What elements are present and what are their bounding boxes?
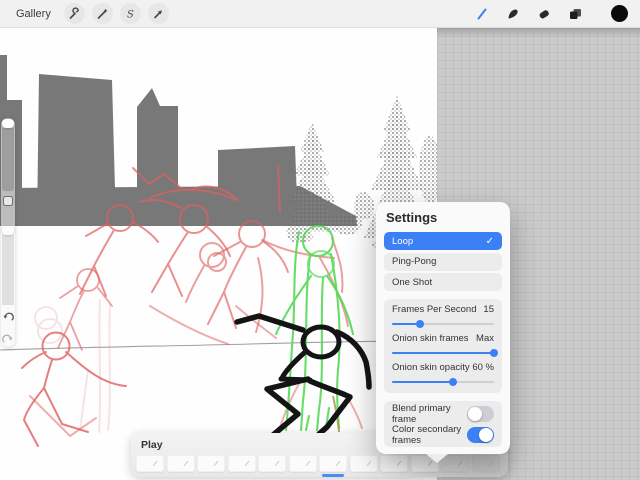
blend-primary-label: Blend primary frame	[392, 403, 467, 425]
brush-icon	[474, 6, 490, 22]
ground-line	[0, 341, 437, 350]
checkmark-icon: ✓	[486, 236, 494, 247]
drawing-canvas[interactable]	[0, 0, 437, 480]
transform-arrow-icon	[151, 7, 165, 21]
color-secondary-label: Color secondary frames	[392, 424, 467, 446]
frame-thumbnail-9[interactable]	[380, 455, 408, 472]
brush-opacity-track[interactable]	[2, 235, 14, 305]
brush-opacity-slider[interactable]	[2, 226, 14, 235]
mode-label: Ping-Pong	[392, 256, 436, 267]
undo-icon[interactable]	[2, 312, 14, 324]
frame-thumbnail-3[interactable]	[197, 455, 225, 472]
procreate-window: Gallery S	[0, 0, 640, 480]
onion-opacity-label: Onion skin opacity	[392, 362, 470, 373]
mode-option-loop[interactable]: Loop ✓	[384, 232, 502, 250]
brush-button[interactable]	[473, 5, 491, 23]
frame-thumbnail-6[interactable]	[289, 455, 317, 472]
onion-frames-label: Onion skin frames	[392, 333, 469, 344]
eraser-button[interactable]	[535, 5, 553, 23]
brush-sidebar	[1, 118, 15, 347]
mode-label: Loop	[392, 236, 413, 247]
frame-thumbnail-7[interactable]	[319, 455, 347, 472]
frame-thumbnail-4[interactable]	[228, 455, 256, 472]
popover-title: Settings	[386, 210, 502, 225]
frame-thumbnail-11[interactable]	[441, 455, 469, 472]
frame-thumbnail-12[interactable]	[472, 455, 500, 472]
eraser-icon	[536, 6, 552, 22]
adjustments-button[interactable]	[92, 3, 113, 24]
svg-text:S: S	[127, 9, 134, 20]
toggles-card: Blend primary frame Color secondary fram…	[384, 401, 502, 447]
onion-opacity-slider[interactable]	[392, 378, 494, 386]
top-toolbar: Gallery S	[0, 0, 640, 28]
layers-button[interactable]	[566, 5, 584, 23]
color-secondary-toggle[interactable]	[467, 427, 494, 443]
toolbar-shadow	[437, 28, 640, 38]
actions-button[interactable]	[64, 3, 85, 24]
smudge-icon	[505, 6, 521, 22]
onion-frames-value: Max	[476, 333, 494, 344]
animation-settings-popover: Settings Loop ✓ Ping-Pong ✓ One Shot ✓ F…	[376, 202, 510, 454]
selection-button[interactable]: S	[120, 3, 141, 24]
selection-s-icon: S	[123, 7, 137, 21]
onion-opacity-value: 60 %	[472, 362, 494, 373]
redo-icon[interactable]	[2, 334, 14, 346]
fps-slider[interactable]	[392, 320, 494, 328]
canvas-drawing	[0, 0, 437, 480]
layers-icon	[567, 6, 583, 22]
magic-wand-icon	[95, 7, 109, 21]
mode-label: One Shot	[392, 277, 432, 288]
brush-size-slider[interactable]	[2, 119, 14, 128]
transform-button[interactable]	[148, 3, 169, 24]
mode-option-ping-pong[interactable]: Ping-Pong ✓	[384, 253, 502, 271]
frame-thumbnail-2[interactable]	[167, 455, 195, 472]
modify-button[interactable]	[3, 196, 13, 206]
current-frame-black	[237, 316, 369, 435]
frame-thumbnail-1[interactable]	[136, 455, 164, 472]
frame-thumbnail-5[interactable]	[258, 455, 286, 472]
fps-value: 15	[483, 304, 494, 315]
wrench-icon	[67, 7, 81, 21]
fps-label: Frames Per Second	[392, 304, 476, 315]
brush-size-track[interactable]	[2, 128, 14, 191]
color-swatch[interactable]	[611, 5, 628, 22]
smudge-button[interactable]	[504, 5, 522, 23]
sliders-card: Frames Per Second 15 Onion skin frames M…	[384, 299, 502, 393]
gallery-button[interactable]: Gallery	[16, 8, 51, 20]
play-button[interactable]: Play	[141, 439, 163, 451]
onion-frames-slider[interactable]	[392, 349, 494, 357]
mode-option-one-shot[interactable]: One Shot ✓	[384, 273, 502, 291]
active-frame-underline	[322, 474, 344, 477]
frame-thumbnail-8[interactable]	[350, 455, 378, 472]
frame-strip	[136, 455, 500, 472]
blend-primary-toggle[interactable]	[467, 406, 494, 422]
